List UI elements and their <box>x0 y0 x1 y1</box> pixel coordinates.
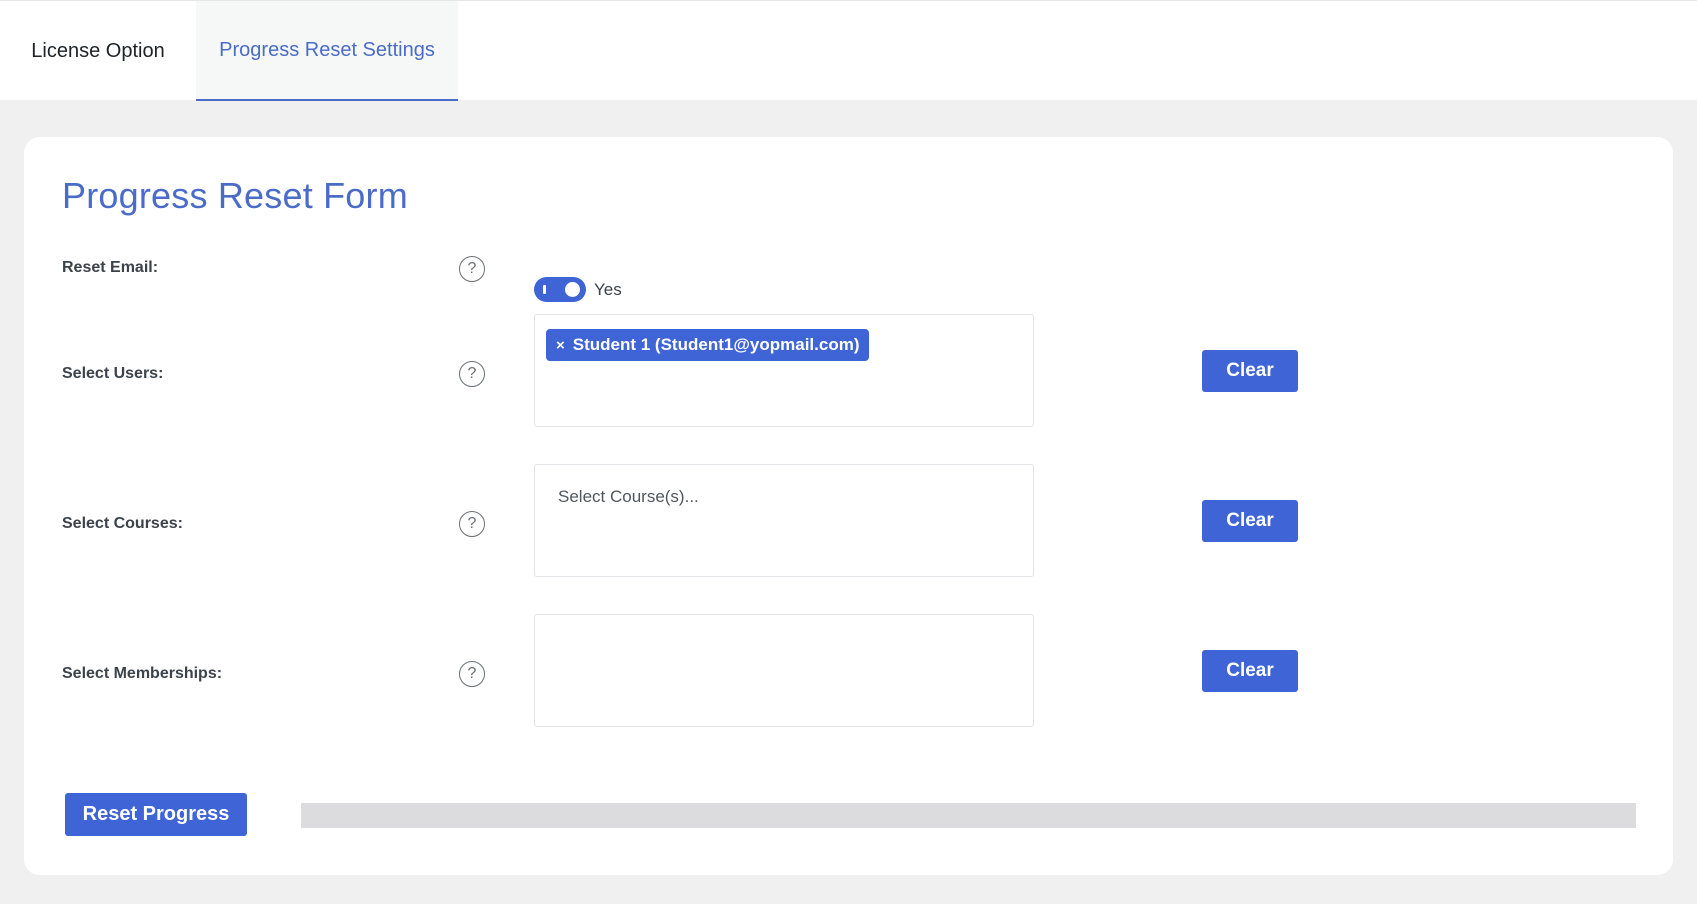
select-courses-label: Select Courses: <box>62 515 183 532</box>
question-circle-icon[interactable]: ? <box>459 661 485 687</box>
users-select-input[interactable]: × Student 1 (Student1@yopmail.com) <box>534 314 1034 427</box>
progress-reset-card: Progress Reset Form Reset Email: ? Yes S… <box>24 137 1673 875</box>
courses-select-input[interactable]: Select Course(s)... <box>534 464 1034 577</box>
reset-email-toggle-label: Yes <box>594 280 622 299</box>
reset-email-toggle[interactable] <box>534 277 586 302</box>
tab-license-option[interactable]: License Option <box>0 1 196 101</box>
reset-progress-button[interactable]: Reset Progress <box>65 793 247 836</box>
select-users-label: Select Users: <box>62 365 164 382</box>
selected-user-label: Student 1 (Student1@yopmail.com) <box>572 335 860 354</box>
toggle-bar-icon <box>543 285 546 294</box>
close-icon[interactable]: × <box>556 337 565 354</box>
clear-memberships-button[interactable]: Clear <box>1202 650 1298 692</box>
toggle-knob <box>565 282 580 297</box>
courses-placeholder: Select Course(s)... <box>558 487 699 506</box>
selected-user-chip: × Student 1 (Student1@yopmail.com) <box>546 329 870 361</box>
tab-progress-reset-settings[interactable]: Progress Reset Settings <box>196 1 458 101</box>
memberships-select-input[interactable] <box>534 614 1034 727</box>
reset-progress-bar <box>301 803 1636 828</box>
clear-users-button[interactable]: Clear <box>1202 350 1298 392</box>
question-circle-icon[interactable]: ? <box>459 511 485 537</box>
select-memberships-label: Select Memberships: <box>62 665 223 682</box>
question-circle-icon[interactable]: ? <box>459 256 485 282</box>
question-circle-icon[interactable]: ? <box>459 361 485 387</box>
page-title: Progress Reset Form <box>62 175 408 216</box>
tab-bar: License Option Progress Reset Settings <box>0 0 1697 101</box>
clear-courses-button[interactable]: Clear <box>1202 500 1298 542</box>
reset-email-label: Reset Email: <box>62 259 159 276</box>
